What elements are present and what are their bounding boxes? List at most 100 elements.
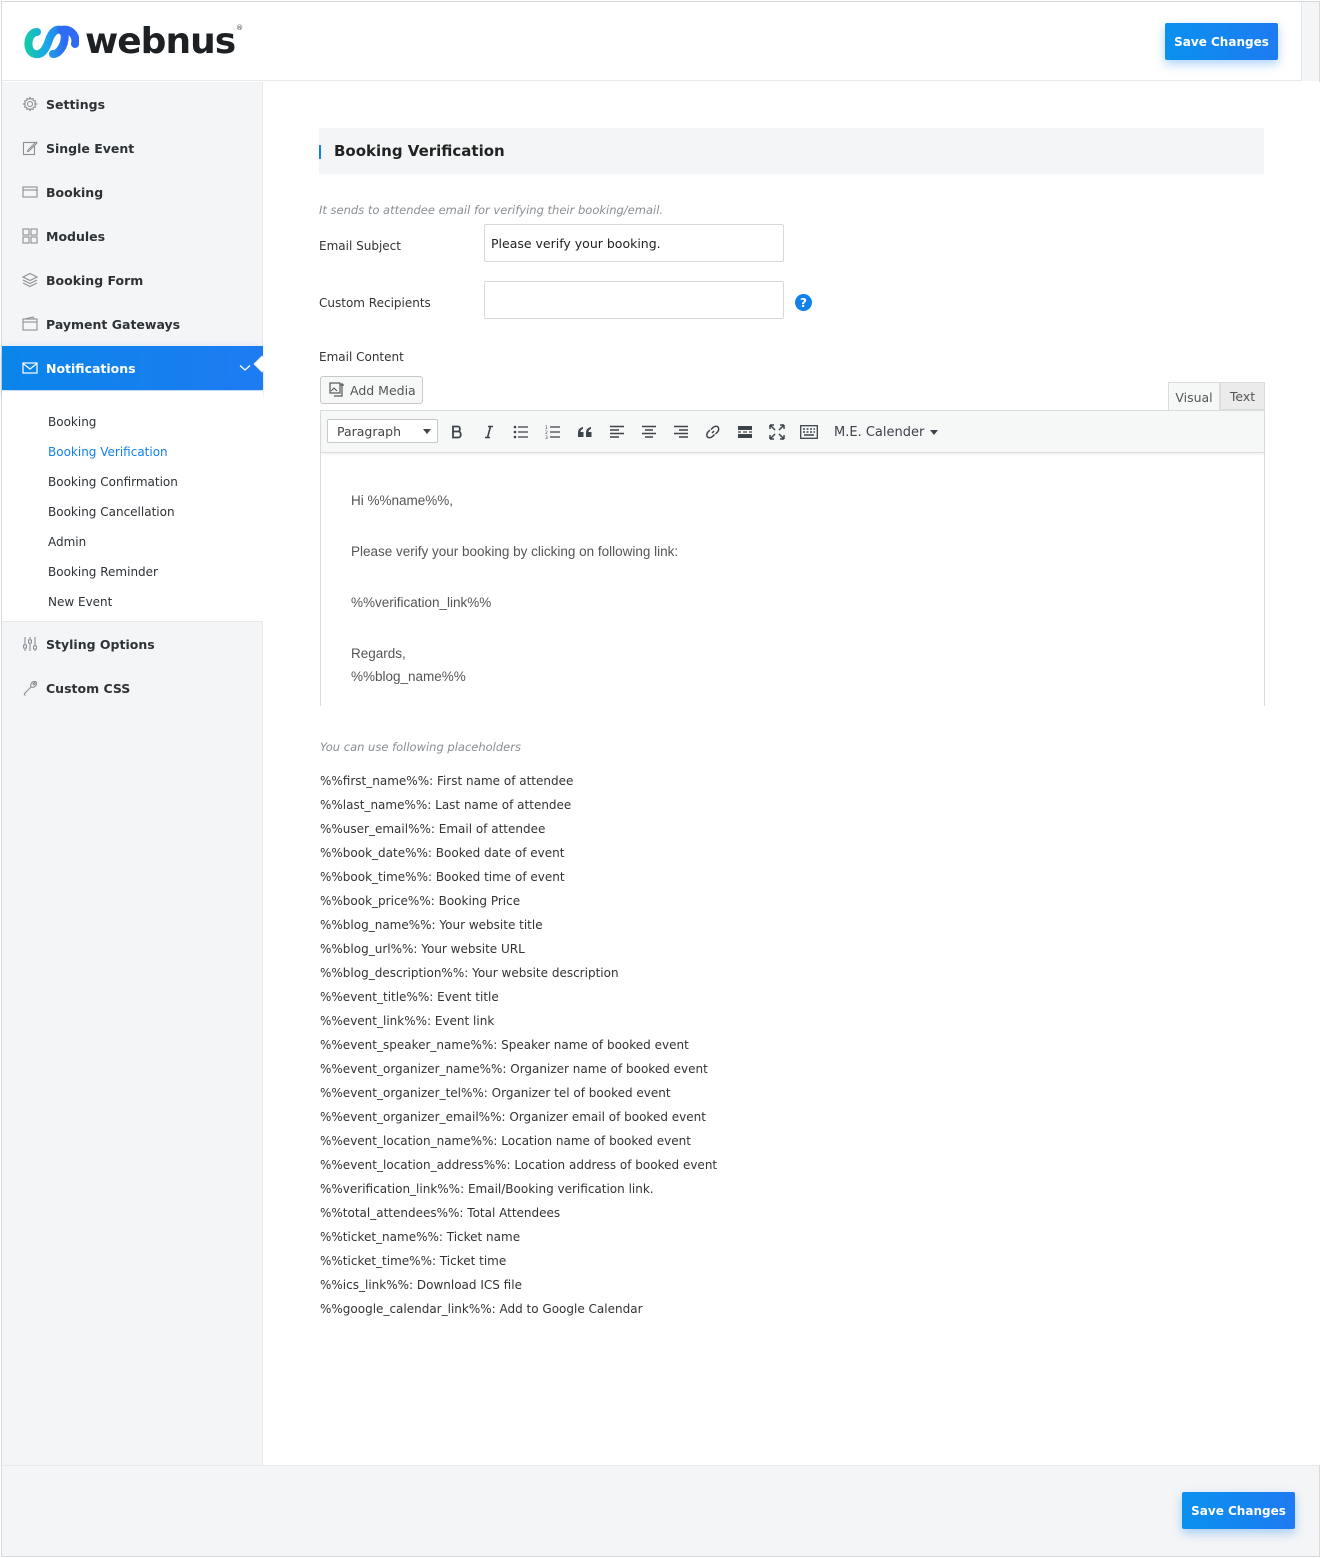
placeholder-item: %%event_speaker_name%%: Speaker name of … xyxy=(320,1038,689,1052)
placeholder-item: %%verification_link%%: Email/Booking ver… xyxy=(320,1182,654,1196)
placeholder-item: %%first_name%%: First name of attendee xyxy=(320,774,574,788)
header: webnus ® Save Changes xyxy=(2,2,1301,81)
card-icon xyxy=(21,184,38,201)
editor-toolbar: Paragraph 123 M.E. Calender xyxy=(321,411,1264,453)
align-center-icon[interactable] xyxy=(637,420,661,444)
app-frame: webnus ® Save Changes Settings Single Ev… xyxy=(1,1,1320,1557)
placeholder-item: %%ticket_time%%: Ticket time xyxy=(320,1254,507,1268)
sidebar-item-label: Custom CSS xyxy=(46,680,131,696)
section-description: It sends to attendee email for verifying… xyxy=(319,203,664,217)
sidebar-item-settings[interactable]: Settings xyxy=(2,82,263,126)
dropdown-arrow-icon xyxy=(930,429,939,435)
placeholder-item: %%blog_name%%: Your website title xyxy=(320,918,543,932)
layers-icon xyxy=(21,272,38,289)
align-left-icon[interactable] xyxy=(605,420,629,444)
editor-line: Hi %%name%%, xyxy=(351,493,454,508)
editor-line: %%verification_link%% xyxy=(351,595,492,610)
gear-icon xyxy=(21,96,38,113)
read-more-icon[interactable] xyxy=(733,420,757,444)
sidebar-item-booking-form[interactable]: Booking Form xyxy=(2,258,263,302)
editor-line: Regards, xyxy=(351,646,406,661)
keyboard-icon[interactable] xyxy=(797,420,821,444)
mec-calendar-label: M.E. Calender xyxy=(834,424,925,440)
svg-text:3: 3 xyxy=(545,435,548,439)
editor-line: Please verify your booking by clicking o… xyxy=(351,544,679,559)
placeholder-item: %%event_link%%: Event link xyxy=(320,1014,495,1028)
save-changes-button-bottom[interactable]: Save Changes xyxy=(1182,1492,1295,1529)
bold-icon[interactable] xyxy=(445,420,469,444)
placeholder-item: %%last_name%%: Last name of attendee xyxy=(320,798,572,812)
email-content-label: Email Content xyxy=(319,350,404,364)
placeholder-item: %%event_organizer_tel%%: Organizer tel o… xyxy=(320,1086,671,1100)
sidebar-item-label: Booking Form xyxy=(46,272,144,288)
notifications-submenu: Booking Booking Verification Booking Con… xyxy=(2,391,263,622)
wrench-icon xyxy=(21,680,38,697)
placeholder-item: %%book_date%%: Booked date of event xyxy=(320,846,565,860)
footer xyxy=(2,1465,1319,1556)
submenu-item-new-event[interactable]: New Event xyxy=(48,595,112,609)
placeholder-item: %%book_price%%: Booking Price xyxy=(320,894,521,908)
italic-icon[interactable] xyxy=(477,420,501,444)
submenu-item-booking-verification[interactable]: Booking Verification xyxy=(48,445,168,459)
link-icon[interactable] xyxy=(701,420,725,444)
sidebar-item-custom-css[interactable]: Custom CSS xyxy=(2,666,263,710)
placeholders-note: You can use following placeholders xyxy=(320,740,521,754)
webnus-logo[interactable]: webnus ® xyxy=(23,20,243,64)
tab-visual[interactable]: Visual xyxy=(1168,382,1220,411)
sidebar: Settings Single Event Booking Modules Bo… xyxy=(2,82,263,1465)
add-media-label: Add Media xyxy=(350,382,416,398)
sidebar-item-modules[interactable]: Modules xyxy=(2,214,263,258)
submenu-item-booking-confirmation[interactable]: Booking Confirmation xyxy=(48,475,178,489)
media-icon xyxy=(329,382,344,397)
placeholder-item: %%event_location_name%%: Location name o… xyxy=(320,1134,691,1148)
wallet-icon xyxy=(21,316,38,333)
format-select[interactable]: Paragraph xyxy=(327,419,438,443)
edit-icon xyxy=(21,140,38,157)
placeholder-item: %%book_time%%: Booked time of event xyxy=(320,870,565,884)
grid-icon xyxy=(21,228,38,245)
placeholder-item: %%google_calendar_link%%: Add to Google … xyxy=(320,1302,643,1316)
editor-line: %%blog_name%% xyxy=(351,669,466,684)
envelope-icon xyxy=(21,360,38,377)
align-right-icon[interactable] xyxy=(669,420,693,444)
placeholder-item: %%event_organizer_email%%: Organizer ema… xyxy=(320,1110,706,1124)
sidebar-item-booking[interactable]: Booking xyxy=(2,170,263,214)
submenu-item-booking[interactable]: Booking xyxy=(48,415,96,429)
chevron-down-icon xyxy=(239,360,251,375)
numbered-list-icon[interactable]: 123 xyxy=(541,420,565,444)
save-changes-button-top[interactable]: Save Changes xyxy=(1165,23,1278,60)
format-select-value: Paragraph xyxy=(337,423,402,439)
placeholder-item: %%user_email%%: Email of attendee xyxy=(320,822,546,836)
sidebar-item-notifications[interactable]: Notifications xyxy=(2,346,263,390)
placeholder-item: %%event_organizer_name%%: Organizer name… xyxy=(320,1062,708,1076)
header-scroll-strip xyxy=(1301,2,1319,81)
help-icon[interactable]: ? xyxy=(795,294,812,311)
custom-recipients-input[interactable] xyxy=(484,281,784,319)
email-subject-label: Email Subject xyxy=(319,239,401,253)
placeholder-item: %%blog_description%%: Your website descr… xyxy=(320,966,619,980)
email-subject-input[interactable]: Please verify your booking. xyxy=(484,224,784,262)
fullscreen-icon[interactable] xyxy=(765,420,789,444)
sidebar-item-label: Payment Gateways xyxy=(46,316,181,332)
sidebar-item-payment-gateways[interactable]: Payment Gateways xyxy=(2,302,263,346)
tab-text[interactable]: Text xyxy=(1220,382,1265,410)
sidebar-item-single-event[interactable]: Single Event xyxy=(2,126,263,170)
mec-calendar-dropdown[interactable]: M.E. Calender xyxy=(834,420,939,444)
section-title: Booking Verification xyxy=(319,128,1264,174)
submenu-item-booking-reminder[interactable]: Booking Reminder xyxy=(48,565,158,579)
sidebar-item-label: Notifications xyxy=(46,360,136,376)
bullet-list-icon[interactable] xyxy=(509,420,533,444)
add-media-button[interactable]: Add Media xyxy=(320,376,423,404)
placeholder-item: %%total_attendees%%: Total Attendees xyxy=(320,1206,561,1220)
editor-body[interactable]: Hi %%name%%, Please verify your booking … xyxy=(351,489,678,688)
sidebar-item-label: Single Event xyxy=(46,140,135,156)
sidebar-item-label: Booking xyxy=(46,184,104,200)
blockquote-icon[interactable] xyxy=(573,420,597,444)
sidebar-item-styling-options[interactable]: Styling Options xyxy=(2,622,263,666)
custom-recipients-label: Custom Recipients xyxy=(319,296,431,310)
submenu-item-admin[interactable]: Admin xyxy=(48,535,86,549)
submenu-item-booking-cancellation[interactable]: Booking Cancellation xyxy=(48,505,175,519)
email-content-editor[interactable]: Paragraph 123 M.E. Calender Hi %%name%%,… xyxy=(320,410,1265,706)
main-content: Booking Verification It sends to attende… xyxy=(264,82,1320,1465)
placeholder-item: %%event_location_address%%: Location add… xyxy=(320,1158,718,1172)
